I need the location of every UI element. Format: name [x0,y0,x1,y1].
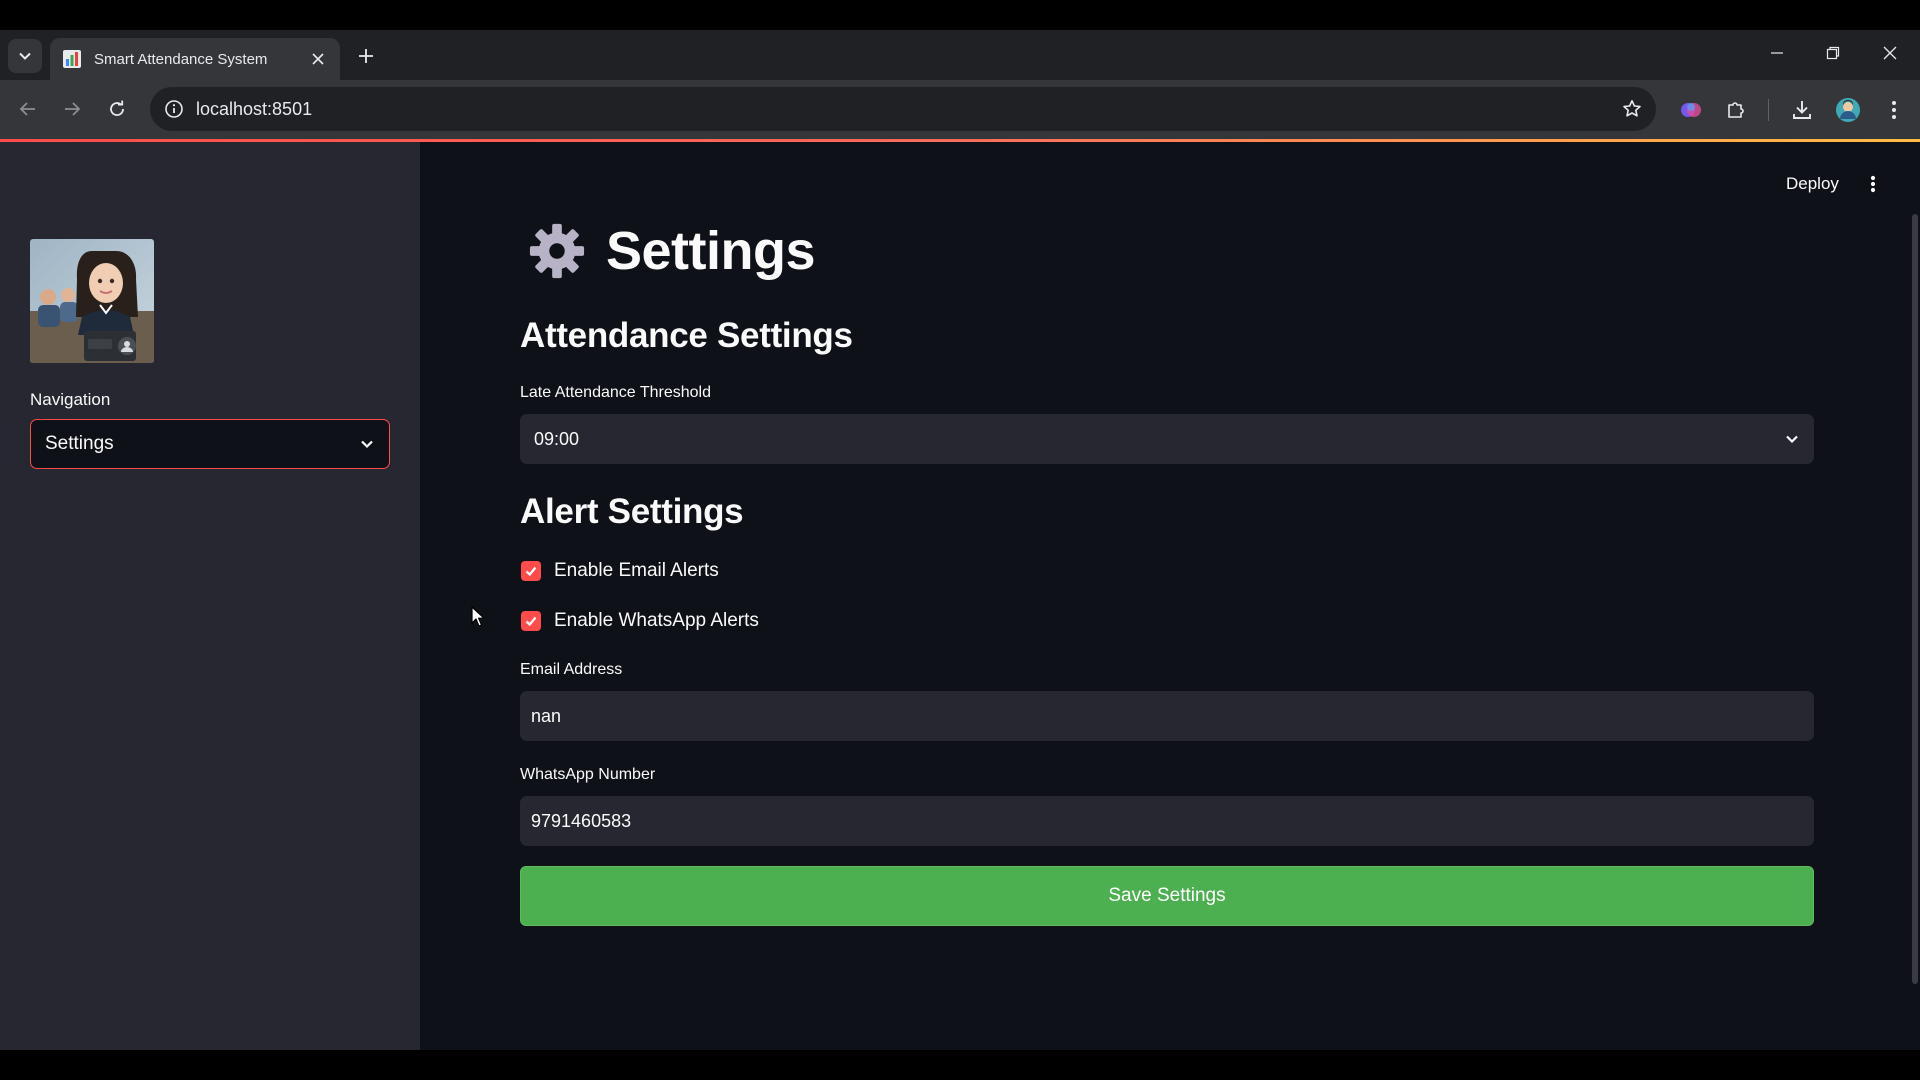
email-alerts-checkbox-row[interactable]: Enable Email Alerts [520,560,719,582]
whatsapp-alerts-checkbox[interactable] [521,611,541,631]
toolbar-separator [1768,99,1769,121]
close-icon [312,53,324,65]
screen: Smart Attendance System localhost:8501 N… [0,0,1920,1080]
tab-close-button[interactable] [308,49,328,69]
email-address-value: nan [531,705,562,726]
arrow-left-icon [19,102,35,116]
browser-toolbar: localhost:8501 [0,80,1920,139]
extensions-menu-button[interactable] [1721,95,1751,125]
avatar-icon [1836,98,1860,122]
restore-icon [1826,46,1840,60]
checkmark-icon [525,566,537,577]
arrow-right-icon [65,102,81,116]
info-icon [165,100,183,118]
student-photo-logo [30,239,154,363]
star-icon [1623,100,1641,117]
main-content: Deploy Settings Attendance Settings Late… [420,142,1920,1050]
profile-button[interactable] [1833,95,1863,125]
gear-icon [529,223,585,279]
sidebar-logo-image [30,239,154,363]
close-window-button[interactable] [1870,38,1910,68]
plus-icon [359,49,373,63]
whatsapp-alerts-checkbox-row[interactable]: Enable WhatsApp Alerts [520,610,759,632]
minimize-button[interactable] [1757,38,1797,68]
email-address-label: Email Address [520,661,623,678]
deploy-button[interactable]: Deploy [1786,174,1839,194]
save-settings-button[interactable]: Save Settings [520,866,1814,926]
app-menu-button[interactable] [1860,170,1886,198]
late-threshold-select[interactable]: 09:00 [520,414,1814,464]
browser-menu-button[interactable] [1879,95,1909,125]
download-icon [1793,101,1811,119]
chevron-down-icon [361,440,373,449]
email-alerts-label: Enable Email Alerts [554,560,719,581]
alert-settings-heading: Alert Settings [520,492,744,531]
extension-button[interactable] [1676,95,1706,125]
browser-tab-active[interactable]: Smart Attendance System [50,38,340,80]
forward-button[interactable] [57,94,87,124]
whatsapp-number-input[interactable]: 9791460583 [520,796,1814,846]
tab-search-button[interactable] [8,39,42,73]
navigation-label: Navigation [30,390,111,409]
kebab-menu-icon [1870,175,1876,193]
back-button[interactable] [13,94,43,124]
late-threshold-label: Late Attendance Threshold [520,384,711,401]
whatsapp-alerts-label: Enable WhatsApp Alerts [554,610,759,631]
site-info-button[interactable] [162,97,186,121]
whatsapp-number-label: WhatsApp Number [520,766,656,783]
url-text: localhost:8501 [196,98,313,119]
page-title: Settings [606,221,816,281]
downloads-button[interactable] [1787,95,1817,125]
reload-icon [110,100,124,116]
navigation-select-value: Settings [45,433,114,454]
reload-button[interactable] [102,94,132,124]
chevron-down-icon [1786,435,1798,444]
new-tab-button[interactable] [352,42,380,70]
gemini-extension-icon [1681,103,1701,117]
chart-favicon-icon [63,50,81,68]
close-icon [1883,46,1897,60]
attendance-settings-heading: Attendance Settings [520,316,853,355]
tab-title: Smart Attendance System [94,50,268,68]
letterbox-bottom [0,1050,1920,1080]
browser-tab-bar: Smart Attendance System [0,30,1920,80]
email-address-input[interactable]: nan [520,691,1814,741]
email-alerts-checkbox[interactable] [521,561,541,581]
checkmark-icon [525,616,537,627]
chevron-down-icon [19,52,31,60]
sidebar: Navigation Settings [0,142,420,1050]
late-threshold-value: 09:00 [534,428,580,449]
mouse-cursor-icon [471,606,485,627]
letterbox-top [0,0,1920,30]
page-title-row: Settings [528,220,816,282]
address-bar[interactable]: localhost:8501 [150,87,1656,131]
kebab-menu-icon [1892,101,1896,119]
navigation-select[interactable]: Settings [30,419,390,469]
puzzle-icon [1728,102,1744,118]
bookmark-button[interactable] [1620,97,1644,121]
main-scrollbar[interactable] [1912,214,1918,984]
restore-button[interactable] [1813,38,1853,68]
minimize-icon [1771,52,1783,54]
whatsapp-number-value: 9791460583 [531,810,632,831]
